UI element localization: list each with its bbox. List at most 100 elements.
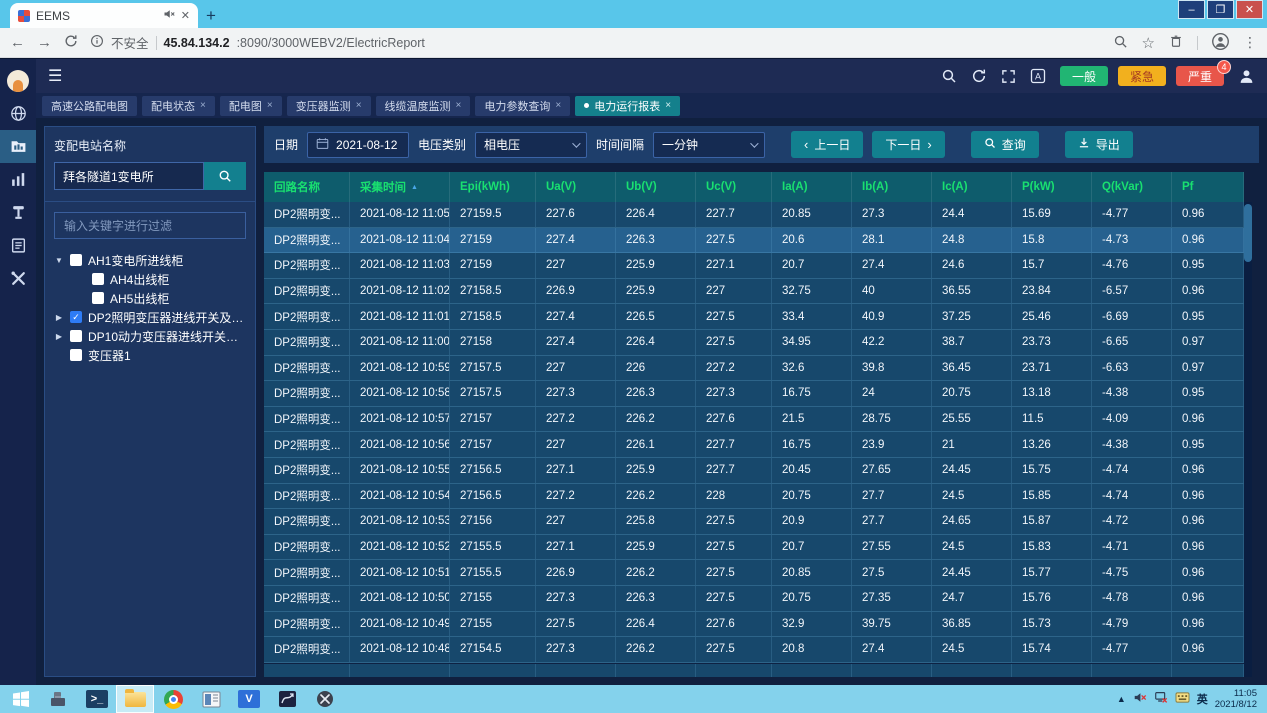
hidden-icons-caret[interactable]: ▲ <box>1117 694 1126 704</box>
tree-checkbox[interactable] <box>70 349 82 361</box>
alert-level-button[interactable]: 一般 <box>1060 66 1108 86</box>
reload-icon[interactable] <box>64 34 78 52</box>
terminal-app-icon[interactable] <box>268 685 306 713</box>
column-header[interactable]: Q(kVar) ▲ <box>1092 172 1172 202</box>
alert-level-button[interactable]: 紧急 <box>1118 66 1166 86</box>
column-header[interactable]: P(kW) ▲ <box>1012 172 1092 202</box>
table-row[interactable]: DP2照明变... 2021-08-12 10:58 27157.5 227.3… <box>264 381 1244 407</box>
tree-checkbox[interactable] <box>70 330 82 342</box>
file-explorer-icon[interactable] <box>116 685 154 713</box>
documents-icon[interactable] <box>0 229 36 262</box>
reports-icon[interactable] <box>0 130 36 163</box>
table-row[interactable]: DP2照明变... 2021-08-12 10:57 27157 227.2 2… <box>264 407 1244 433</box>
nav-tab[interactable]: 高速公路配电图 × <box>42 96 137 116</box>
table-row[interactable]: DP2照明变... 2021-08-12 11:02 27158.5 226.9… <box>264 279 1244 305</box>
user-avatar[interactable] <box>0 64 36 97</box>
table-row[interactable]: DP2照明变... 2021-08-12 10:56 27157 227 226… <box>264 432 1244 458</box>
table-row[interactable]: DP2照明变... 2021-08-12 10:48 27154.5 227.3… <box>264 637 1244 663</box>
table-row[interactable]: DP2照明变... 2021-08-12 10:55 27156.5 227.1… <box>264 458 1244 484</box>
nav-tab[interactable]: 线缆温度监测 × <box>376 96 471 116</box>
column-header[interactable]: Pf ▲ <box>1172 172 1244 202</box>
close-nav-tab-icon[interactable]: × <box>267 100 273 111</box>
column-header[interactable]: Ia(A) ▲ <box>772 172 852 202</box>
window-maximize-button[interactable]: ❐ <box>1207 0 1234 19</box>
translate-icon[interactable]: A <box>1030 68 1046 84</box>
table-row[interactable]: DP2照明变... 2021-08-12 10:49 27155 227.5 2… <box>264 612 1244 638</box>
taskbar-clock[interactable]: 11:05 2021/8/12 <box>1215 688 1257 711</box>
tree-checkbox[interactable] <box>70 254 82 266</box>
nav-tab[interactable]: 电力参数查询 × <box>475 96 570 116</box>
table-row[interactable]: DP2照明变... 2021-08-12 11:01 27158.5 227.4… <box>264 304 1244 330</box>
inspection-icon[interactable] <box>0 196 36 229</box>
refresh-icon[interactable] <box>971 68 987 84</box>
table-row[interactable]: DP2照明变... 2021-08-12 11:00 27158 227.4 2… <box>264 330 1244 356</box>
powershell-icon[interactable]: >_ <box>78 685 116 713</box>
speaker-muted-icon[interactable] <box>1133 691 1147 707</box>
tree-node[interactable]: DP10动力变压器进线开关及控制室 <box>54 327 246 345</box>
column-header[interactable]: Ua(V) ▲ <box>536 172 616 202</box>
voltage-type-select[interactable]: 相电压 <box>475 132 587 158</box>
chart-icon[interactable] <box>0 163 36 196</box>
table-row[interactable]: DP2照明变... 2021-08-12 10:51 27155.5 226.9… <box>264 560 1244 586</box>
close-nav-tab-icon[interactable]: × <box>665 100 671 111</box>
table-row[interactable]: DP2照明变... 2021-08-12 11:04 27159 227.4 2… <box>264 228 1244 254</box>
bookmark-star-icon[interactable]: ☆ <box>1142 34 1155 52</box>
ime-language-indicator[interactable]: 英 <box>1197 691 1208 707</box>
sort-icon[interactable]: ▲ <box>411 184 418 191</box>
browser-tab[interactable]: EEMS ✕ <box>10 3 198 28</box>
close-nav-tab-icon[interactable]: × <box>356 100 362 111</box>
nav-tab[interactable]: 配电图 × <box>220 96 282 116</box>
close-nav-tab-icon[interactable]: × <box>555 100 561 111</box>
vmware-icon[interactable]: V <box>230 685 268 713</box>
tree-caret-icon[interactable] <box>54 256 64 265</box>
info-icon[interactable] <box>90 34 104 51</box>
nav-tab[interactable]: 配电状态 × <box>142 96 215 116</box>
zoom-icon[interactable] <box>1113 34 1128 52</box>
column-header[interactable]: 采集时间 ▲ <box>350 172 450 202</box>
fullscreen-icon[interactable] <box>1001 69 1016 84</box>
column-header[interactable]: 回路名称 ▲ <box>264 172 350 202</box>
server-manager-icon[interactable] <box>40 685 78 713</box>
column-header[interactable]: Ic(A) ▲ <box>932 172 1012 202</box>
table-row[interactable]: DP2照明变... 2021-08-12 10:54 27156.5 227.2… <box>264 484 1244 510</box>
nav-tab[interactable]: 变压器监测 × <box>287 96 371 116</box>
search-icon[interactable] <box>941 68 957 84</box>
tree-caret-icon[interactable] <box>54 313 64 322</box>
start-button[interactable] <box>2 685 40 713</box>
column-header[interactable]: Uc(V) ▲ <box>696 172 772 202</box>
tree-node[interactable]: AH4出线柜 <box>54 270 246 288</box>
trash-icon[interactable] <box>1169 34 1183 51</box>
column-header[interactable]: Ib(A) ▲ <box>852 172 932 202</box>
table-row[interactable]: DP2照明变... 2021-08-12 10:59 27157.5 227 2… <box>264 356 1244 382</box>
interval-select[interactable]: 一分钟 <box>653 132 765 158</box>
close-nav-tab-icon[interactable]: × <box>456 100 462 111</box>
table-scrollbar[interactable] <box>1244 202 1252 677</box>
prev-day-button[interactable]: ‹ 上一日 <box>791 131 863 158</box>
table-row[interactable]: DP2照明变... 2021-08-12 11:05 27159.5 227.6… <box>264 202 1244 228</box>
settings-tool-icon[interactable] <box>306 685 344 713</box>
table-row[interactable]: DP2照明变... 2021-08-12 10:50 27155 227.3 2… <box>264 586 1244 612</box>
table-row[interactable]: DP2照明变... 2021-08-12 11:03 27159 227 225… <box>264 253 1244 279</box>
table-row[interactable]: DP2照明变... 2021-08-12 10:52 27155.5 227.1… <box>264 535 1244 561</box>
scrollbar-thumb[interactable] <box>1244 204 1252 262</box>
browser-menu-icon[interactable]: ⋮ <box>1243 34 1257 51</box>
window-close-button[interactable]: ✕ <box>1236 0 1263 19</box>
close-tab-icon[interactable]: ✕ <box>181 9 190 22</box>
user-icon[interactable] <box>1238 68 1255 85</box>
network-disconnected-icon[interactable] <box>1154 691 1168 707</box>
station-search-input[interactable] <box>54 162 204 190</box>
tab-muted-speaker-icon[interactable] <box>163 8 175 23</box>
tree-node[interactable]: AH5出线柜 <box>54 289 246 307</box>
forward-icon[interactable]: → <box>37 34 52 51</box>
tree-node[interactable]: AH1变电所进线柜 <box>54 251 246 269</box>
tools-icon[interactable] <box>0 262 36 295</box>
station-search-button[interactable] <box>204 162 246 190</box>
next-day-button[interactable]: 下一日 › <box>872 131 944 158</box>
nav-tab[interactable]: 电力运行报表 × <box>575 96 680 116</box>
window-minimize-button[interactable]: – <box>1178 0 1205 19</box>
date-picker[interactable]: 2021-08-12 <box>307 132 409 158</box>
tree-filter-input[interactable] <box>54 212 246 239</box>
back-icon[interactable]: ← <box>10 34 25 51</box>
export-button[interactable]: 导出 <box>1065 131 1133 158</box>
tree-checkbox[interactable] <box>92 292 104 304</box>
